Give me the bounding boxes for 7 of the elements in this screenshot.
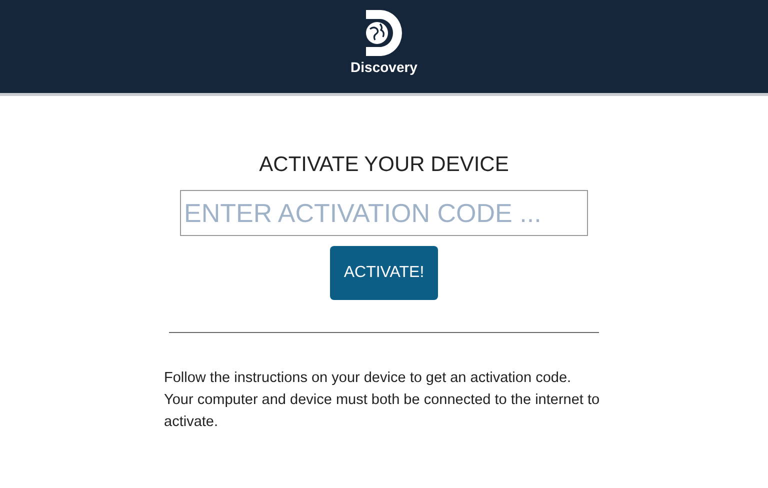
activate-button[interactable]: ACTIVATE! [330,246,438,300]
logo-icon [364,10,404,56]
page-heading: ACTIVATE YOUR DEVICE [259,152,509,178]
instruction-text: Your computer and device must both be connected to the internet to activate. [164,391,601,432]
activation-code-field[interactable]: ENTER ACTIVATION CODE ... [180,190,588,236]
logo-text: Discovery [350,60,418,74]
instruction-text: Follow the instructions on your device to get an activation code. [164,369,572,388]
